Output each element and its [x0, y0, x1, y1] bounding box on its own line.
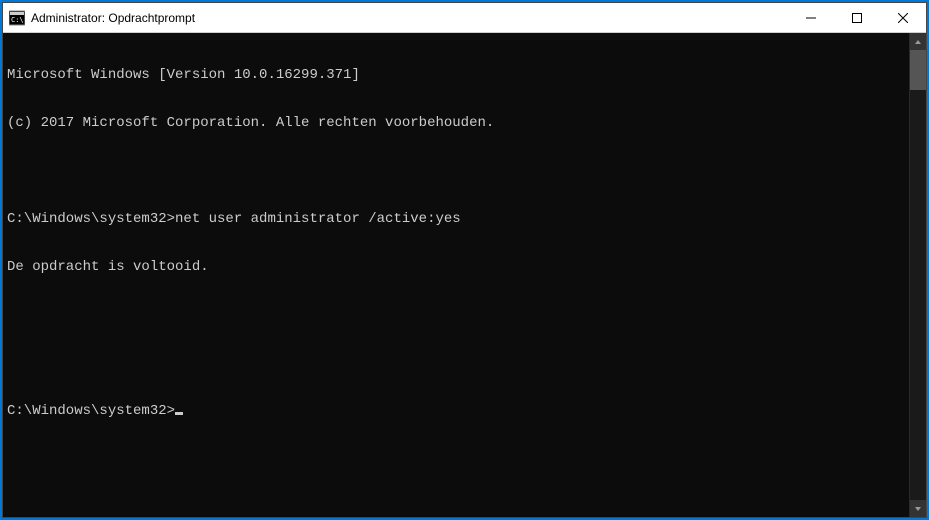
scroll-up-button[interactable]: [910, 33, 926, 50]
terminal-line: De opdracht is voltooid.: [7, 259, 909, 275]
command-prompt-window: C:\ Administrator: Opdrachtprompt Micros…: [2, 2, 927, 518]
terminal-line: Microsoft Windows [Version 10.0.16299.37…: [7, 67, 909, 83]
client-area: Microsoft Windows [Version 10.0.16299.37…: [3, 33, 926, 517]
svg-text:C:\: C:\: [11, 16, 24, 24]
window-controls: [788, 3, 926, 32]
terminal-output[interactable]: Microsoft Windows [Version 10.0.16299.37…: [3, 33, 909, 517]
minimize-button[interactable]: [788, 3, 834, 32]
scroll-thumb[interactable]: [910, 50, 926, 90]
window-title: Administrator: Opdrachtprompt: [31, 11, 195, 25]
terminal-line: (c) 2017 Microsoft Corporation. Alle rec…: [7, 115, 909, 131]
terminal-line: [7, 355, 909, 371]
maximize-button[interactable]: [834, 3, 880, 32]
terminal-line: [7, 307, 909, 323]
scroll-down-button[interactable]: [910, 500, 926, 517]
terminal-line: C:\Windows\system32>net user administrat…: [7, 211, 909, 227]
titlebar[interactable]: C:\ Administrator: Opdrachtprompt: [3, 3, 926, 33]
vertical-scrollbar[interactable]: [909, 33, 926, 517]
terminal-prompt: C:\Windows\system32>: [7, 403, 175, 419]
terminal-cursor: [175, 412, 183, 415]
scroll-track[interactable]: [910, 50, 926, 500]
terminal-line: [7, 163, 909, 179]
cmd-icon: C:\: [9, 10, 25, 26]
terminal-prompt-line: C:\Windows\system32>: [7, 403, 909, 419]
close-button[interactable]: [880, 3, 926, 32]
